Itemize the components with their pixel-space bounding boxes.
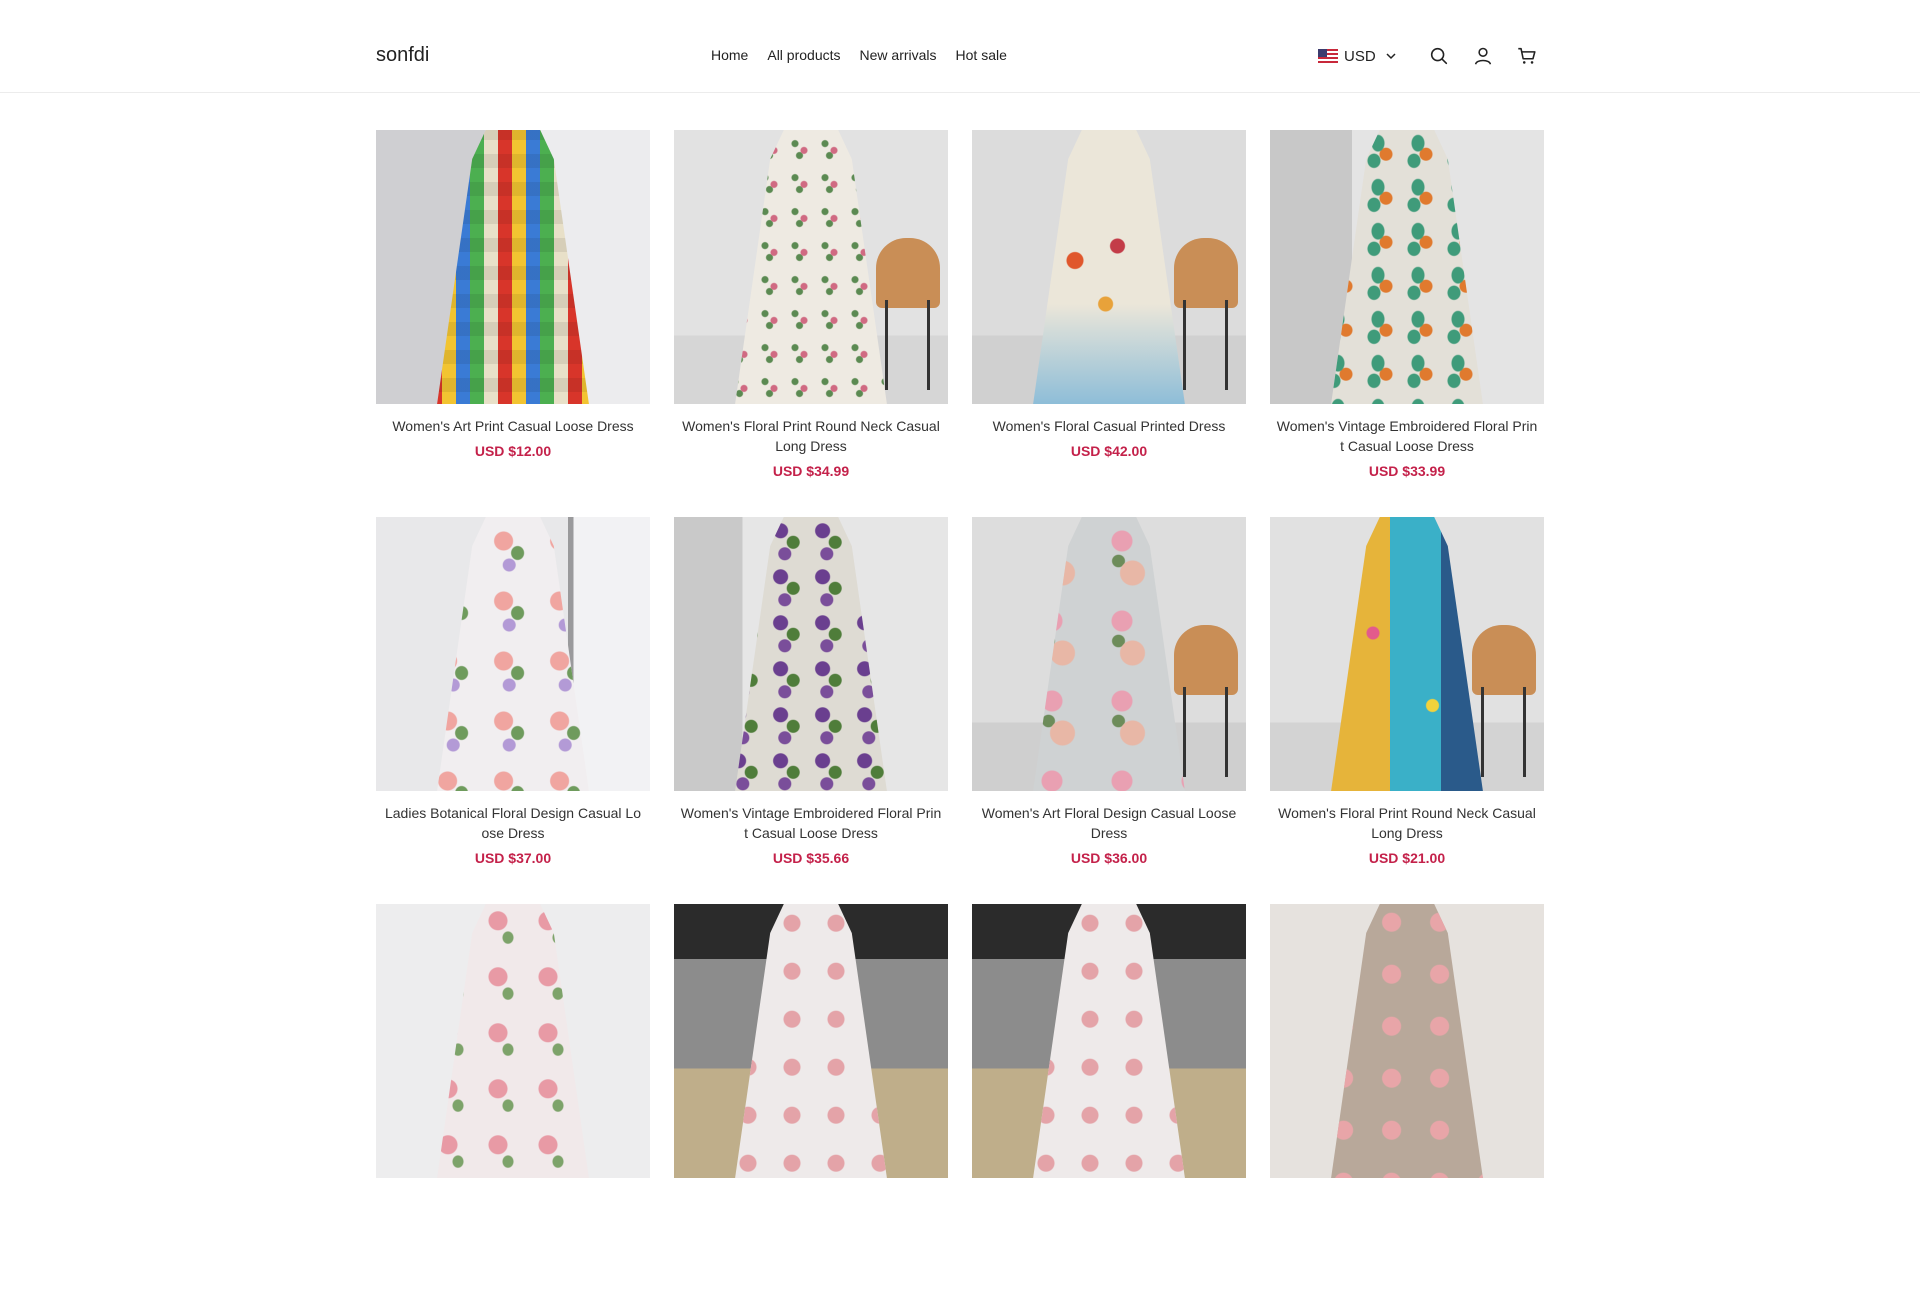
chevron-down-icon xyxy=(1386,53,1396,60)
product-card[interactable]: Women's Art Floral Design Casual Loose D… xyxy=(972,517,1246,904)
product-image[interactable] xyxy=(972,517,1246,791)
product-card[interactable]: Women's Art Print Casual Loose Dress USD… xyxy=(376,130,650,517)
nav-home[interactable]: Home xyxy=(711,47,748,63)
nav-hot-sale[interactable]: Hot sale xyxy=(956,47,1007,63)
product-title[interactable]: Women's Floral Print Round Neck Casual L… xyxy=(1270,803,1544,843)
product-title[interactable]: Women's Vintage Embroidered Floral Print… xyxy=(674,803,948,843)
product-image[interactable] xyxy=(1270,904,1544,1178)
brand-logo[interactable]: sonfdi xyxy=(376,44,429,67)
product-card[interactable]: Ladies Botanical Floral Design Casual Lo… xyxy=(376,517,650,904)
product-image[interactable] xyxy=(376,904,650,1178)
product-card[interactable]: Women's Vintage Embroidered Floral Print… xyxy=(674,517,948,904)
product-image[interactable] xyxy=(674,517,948,791)
us-flag-icon xyxy=(1318,49,1338,63)
currency-selector[interactable]: USD xyxy=(1318,48,1398,65)
product-card[interactable] xyxy=(972,904,1246,1291)
product-price: USD $37.00 xyxy=(474,850,552,866)
product-grid: Women's Art Print Casual Loose Dress USD… xyxy=(376,130,1544,1291)
product-price: USD $34.99 xyxy=(772,463,850,479)
product-card[interactable] xyxy=(1270,904,1544,1291)
product-image[interactable] xyxy=(1270,517,1544,791)
header-tools: USD xyxy=(1318,44,1539,68)
product-card[interactable]: Women's Vintage Embroidered Floral Print… xyxy=(1270,130,1544,517)
product-title[interactable]: Women's Art Print Casual Loose Dress xyxy=(376,416,650,436)
product-card[interactable] xyxy=(674,904,948,1291)
product-price: USD $21.00 xyxy=(1368,850,1446,866)
product-card[interactable]: Women's Floral Print Round Neck Casual L… xyxy=(674,130,948,517)
product-image[interactable] xyxy=(972,130,1246,404)
product-price: USD $33.99 xyxy=(1368,463,1446,479)
product-price: USD $36.00 xyxy=(1070,850,1148,866)
product-image[interactable] xyxy=(972,904,1246,1178)
account-icon[interactable] xyxy=(1471,44,1495,68)
product-image[interactable] xyxy=(674,904,948,1178)
currency-label: USD xyxy=(1344,47,1376,65)
product-title[interactable]: Women's Vintage Embroidered Floral Print… xyxy=(1270,416,1544,456)
product-card[interactable]: Women's Floral Print Round Neck Casual L… xyxy=(1270,517,1544,904)
product-price: USD $42.00 xyxy=(1070,443,1148,459)
product-card[interactable] xyxy=(376,904,650,1291)
product-image[interactable] xyxy=(376,517,650,791)
product-title[interactable]: Women's Art Floral Design Casual Loose D… xyxy=(972,803,1246,843)
product-card[interactable]: Women's Floral Casual Printed Dress USD … xyxy=(972,130,1246,517)
nav-new-arrivals[interactable]: New arrivals xyxy=(860,47,937,63)
product-title[interactable]: Women's Floral Print Round Neck Casual L… xyxy=(674,416,948,456)
site-header: sonfdi Home All products New arrivals Ho… xyxy=(0,0,1920,93)
product-image[interactable] xyxy=(674,130,948,404)
product-price: USD $12.00 xyxy=(474,443,552,459)
product-title[interactable]: Ladies Botanical Floral Design Casual Lo… xyxy=(376,803,650,843)
search-icon[interactable] xyxy=(1427,44,1451,68)
product-image[interactable] xyxy=(1270,130,1544,404)
product-image[interactable] xyxy=(376,130,650,404)
product-title[interactable]: Women's Floral Casual Printed Dress xyxy=(972,416,1246,436)
nav-all-products[interactable]: All products xyxy=(767,47,840,63)
cart-icon[interactable] xyxy=(1515,44,1539,68)
product-price: USD $35.66 xyxy=(772,850,850,866)
main-nav: Home All products New arrivals Hot sale xyxy=(711,47,1007,63)
